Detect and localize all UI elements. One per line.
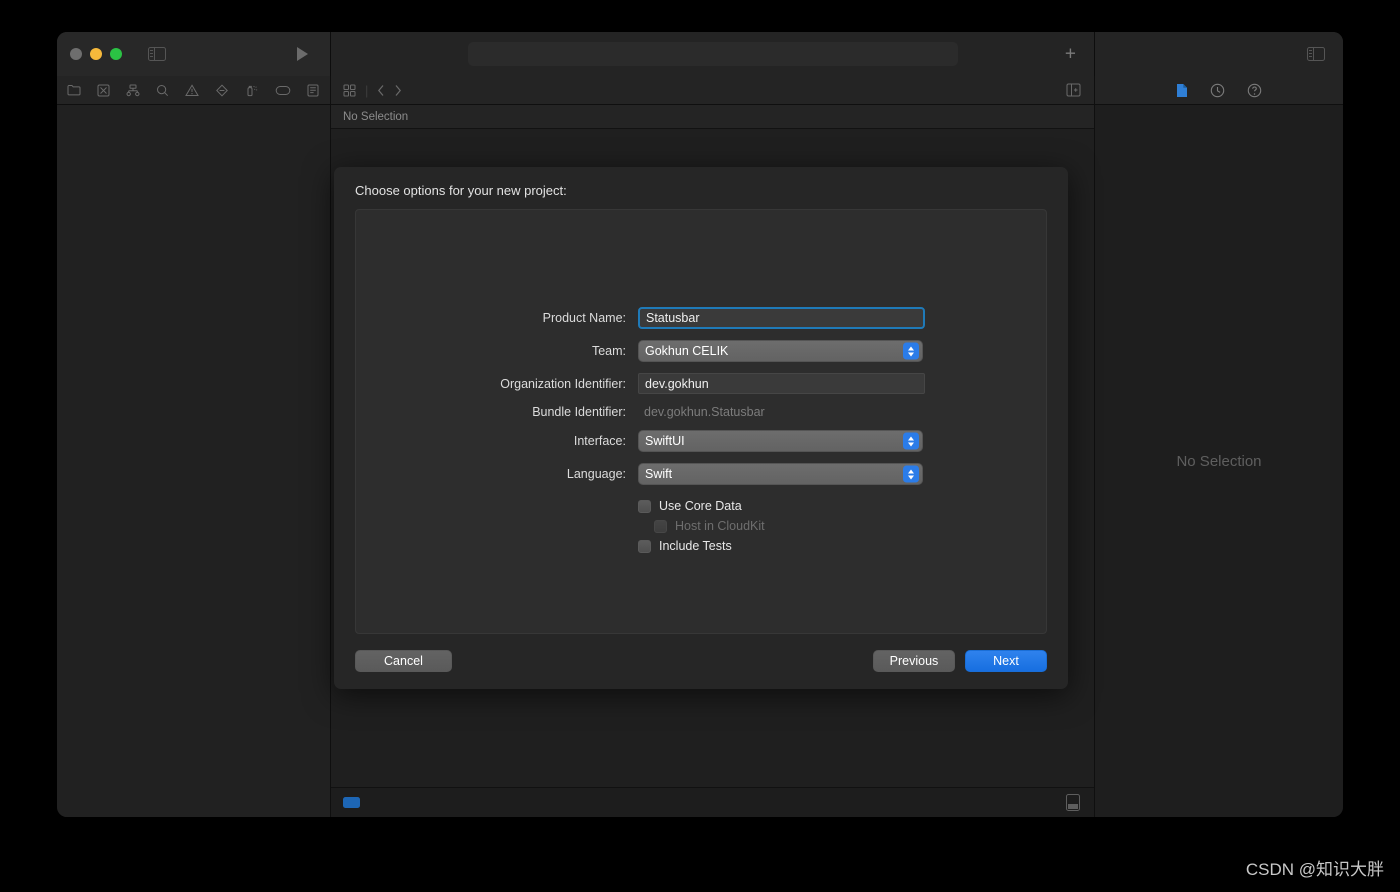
- debug-navigator-icon[interactable]: [245, 84, 259, 97]
- breakpoint-navigator-icon[interactable]: [275, 85, 291, 96]
- team-popup-value: Gokhun CELIK: [645, 344, 729, 358]
- product-name-input[interactable]: [638, 307, 925, 329]
- issue-navigator-icon[interactable]: [185, 83, 199, 97]
- include-tests-checkbox[interactable]: Include Tests: [638, 539, 1046, 553]
- run-button[interactable]: [297, 47, 308, 61]
- navigator-selector-bar: [57, 76, 330, 104]
- inspector-empty-state: No Selection: [1176, 452, 1262, 470]
- include-tests-row: Include Tests: [356, 539, 1046, 553]
- organization-identifier-input[interactable]: [638, 373, 925, 394]
- product-name-label: Product Name:: [542, 311, 626, 325]
- quick-help-icon[interactable]: [1247, 83, 1262, 98]
- console-toggle-icon[interactable]: [1066, 794, 1080, 811]
- window-toolbar: +: [57, 32, 1343, 76]
- interface-label: Interface:: [573, 434, 626, 448]
- cancel-button[interactable]: Cancel: [355, 650, 452, 672]
- language-label: Language:: [566, 467, 626, 481]
- jump-bar-controls: |: [343, 83, 402, 98]
- new-project-options-sheet: Choose options for your new project: Pro…: [334, 167, 1068, 689]
- window-body: No Selection Choose options for your new…: [57, 105, 1343, 817]
- activity-view: [467, 42, 958, 66]
- chevron-left-icon[interactable]: [377, 84, 385, 97]
- file-inspector-icon[interactable]: [1176, 83, 1188, 98]
- interface-control: SwiftUI: [638, 430, 1046, 452]
- assistant-editor-icon[interactable]: [1066, 83, 1081, 97]
- project-options-form: Product Name: Team: Gokhun CELIK: [356, 307, 1046, 485]
- language-popup-button[interactable]: Swift: [638, 463, 923, 485]
- product-name-control: [638, 307, 1046, 329]
- navigator-panel: [57, 105, 330, 817]
- interface-popup-button[interactable]: SwiftUI: [638, 430, 923, 452]
- add-button[interactable]: +: [1065, 45, 1076, 64]
- chevron-updown-icon: [903, 432, 919, 450]
- find-navigator-icon[interactable]: [156, 84, 169, 97]
- chevron-updown-icon: [903, 465, 919, 483]
- editor-panel: No Selection Choose options for your new…: [330, 105, 1094, 817]
- history-inspector-icon[interactable]: [1210, 83, 1225, 98]
- project-options-checkboxes: Use Core Data Host in CloudKit Include T…: [356, 499, 1046, 553]
- organization-identifier-label: Organization Identifier:: [500, 376, 626, 391]
- checkbox-icon: [654, 519, 667, 533]
- build-status-chip[interactable]: [343, 797, 360, 808]
- sheet-title: Choose options for your new project:: [355, 183, 567, 198]
- xcode-window: + | No Selection Choose options for your…: [57, 32, 1343, 817]
- zoom-window-button[interactable]: [110, 48, 122, 60]
- sheet-footer: Cancel Previous Next: [355, 650, 1047, 672]
- toggle-inspector-icon[interactable]: [1307, 47, 1325, 61]
- team-popup-button[interactable]: Gokhun CELIK: [638, 340, 923, 362]
- language-control: Swift: [638, 463, 1046, 485]
- project-navigator-icon[interactable]: [67, 84, 81, 96]
- checkbox-icon[interactable]: [638, 499, 651, 513]
- report-navigator-icon[interactable]: [307, 84, 319, 97]
- symbol-navigator-icon[interactable]: [126, 84, 140, 97]
- use-core-data-label: Use Core Data: [659, 499, 742, 513]
- previous-button[interactable]: Previous: [873, 650, 955, 672]
- bundle-identifier-control: dev.gokhun.Statusbar: [638, 405, 1046, 419]
- inspector-tab-bar: [1094, 76, 1343, 104]
- test-navigator-icon[interactable]: [215, 83, 229, 97]
- close-window-button[interactable]: [70, 48, 82, 60]
- secondary-toolbar: |: [57, 76, 1343, 105]
- organization-identifier-control: [638, 373, 1046, 394]
- host-in-cloudkit-checkbox: Host in CloudKit: [654, 519, 1046, 533]
- interface-popup-value: SwiftUI: [645, 434, 685, 448]
- editor-content-area: Choose options for your new project: Pro…: [331, 129, 1094, 787]
- traffic-lights: [70, 48, 122, 60]
- minimize-window-button[interactable]: [90, 48, 102, 60]
- team-control: Gokhun CELIK: [638, 340, 1046, 362]
- chevron-updown-icon: [903, 342, 919, 360]
- team-label: Team:: [591, 344, 626, 358]
- bundle-identifier-value: dev.gokhun.Statusbar: [644, 405, 765, 419]
- next-button[interactable]: Next: [965, 650, 1047, 672]
- bundle-identifier-label: Bundle Identifier:: [532, 405, 626, 419]
- jump-bar-divider: |: [365, 82, 369, 98]
- host-in-cloudkit-label: Host in CloudKit: [675, 519, 765, 533]
- status-bar: [331, 787, 1094, 817]
- chevron-right-icon[interactable]: [394, 84, 402, 97]
- toolbar-right-section: [1094, 32, 1343, 76]
- toggle-navigator-icon[interactable]: [148, 47, 166, 61]
- related-items-icon[interactable]: [343, 84, 356, 97]
- use-core-data-row: Use Core Data: [356, 499, 1046, 513]
- host-in-cloudkit-row: Host in CloudKit: [356, 519, 1046, 533]
- source-control-navigator-icon[interactable]: [97, 84, 110, 97]
- checkbox-icon[interactable]: [638, 539, 651, 553]
- navigator-tabs: [67, 83, 319, 97]
- breadcrumb: No Selection: [331, 105, 1094, 129]
- language-popup-value: Swift: [645, 467, 673, 481]
- use-core-data-checkbox[interactable]: Use Core Data: [638, 499, 1046, 513]
- toolbar-center-section: +: [330, 32, 1094, 76]
- toolbar-left-section: [57, 32, 330, 76]
- editor-jump-bar: |: [330, 76, 1094, 104]
- include-tests-label: Include Tests: [659, 539, 732, 553]
- watermark: CSDN @知识大胖: [1245, 860, 1384, 879]
- sheet-form-panel: Product Name: Team: Gokhun CELIK: [355, 209, 1047, 634]
- inspector-panel: No Selection: [1094, 105, 1343, 817]
- breadcrumb-label: No Selection: [343, 110, 409, 123]
